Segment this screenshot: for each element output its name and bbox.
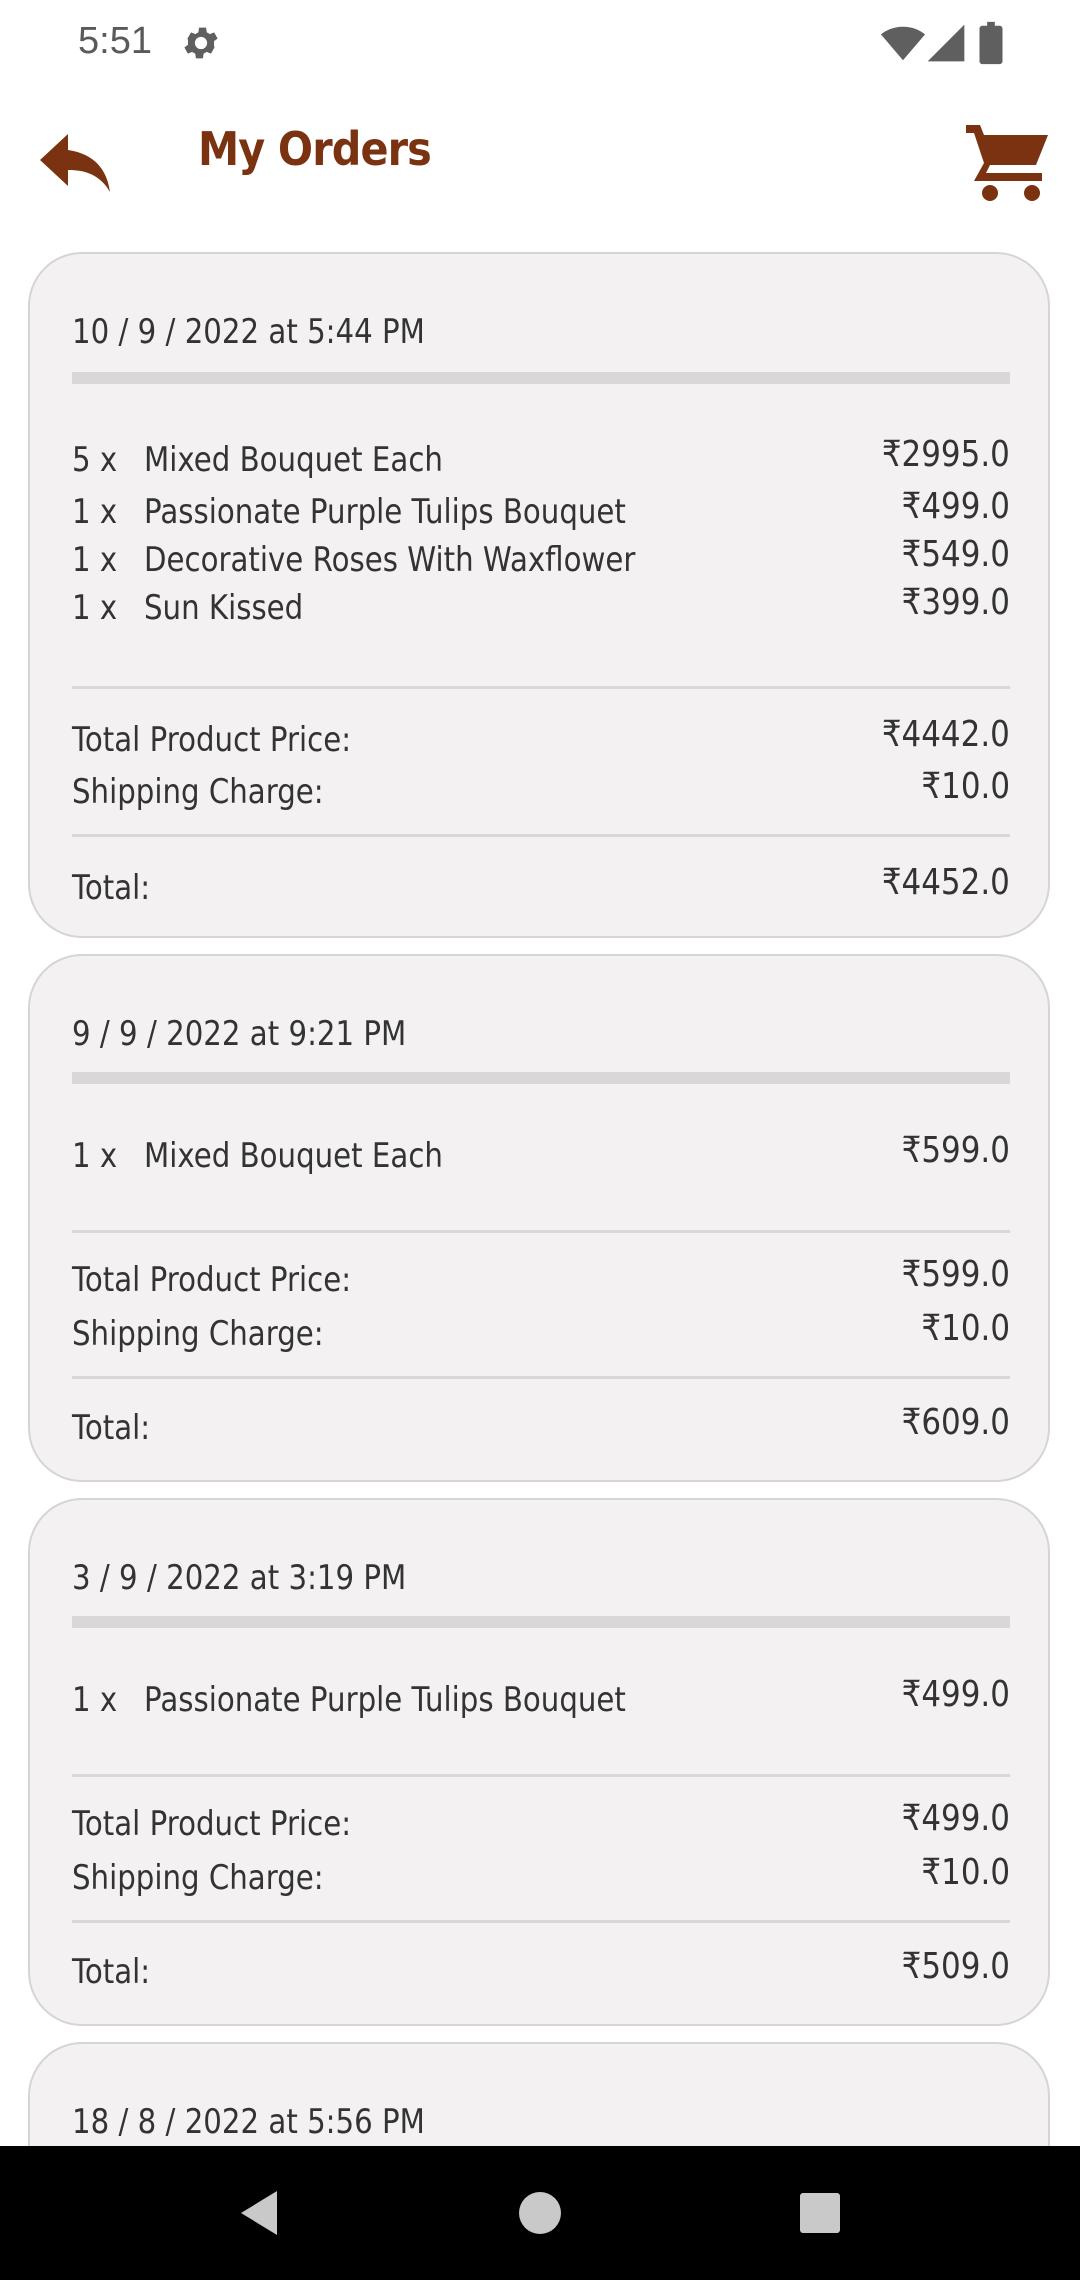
reply-arrow-icon	[40, 134, 110, 192]
order-date: 9 / 9 / 2022 at 9:21 PM	[72, 1014, 407, 1054]
total-product-price-value: ₹599.0	[901, 1254, 1010, 1295]
item-price: ₹599.0	[901, 1130, 1010, 1171]
order-date: 3 / 9 / 2022 at 3:19 PM	[72, 1558, 407, 1598]
order-item-row: 1 x Passionate Purple Tulips Bouquet ₹49…	[72, 1674, 1010, 1730]
summary-divider	[72, 1920, 1010, 1923]
status-bar: 5:51	[0, 0, 1080, 88]
total-product-price-row: Total Product Price: ₹599.0	[72, 1254, 1010, 1310]
total-product-price-value: ₹4442.0	[881, 714, 1010, 755]
order-item-row: 5 x Mixed Bouquet Each ₹2995.0	[72, 434, 1010, 490]
items-divider	[72, 686, 1010, 689]
nav-back-button[interactable]	[234, 2188, 284, 2238]
item-name: Mixed Bouquet Each	[144, 440, 443, 480]
home-circle-icon	[519, 2192, 561, 2234]
items-divider	[72, 1230, 1010, 1233]
total-product-price-label: Total Product Price:	[72, 720, 352, 760]
order-total-row: Total: ₹509.0	[72, 1946, 1010, 2002]
order-item-row: 1 x Passionate Purple Tulips Bouquet ₹49…	[72, 486, 1010, 542]
shipping-charge-row: Shipping Charge: ₹10.0	[72, 766, 1010, 822]
page-title: My Orders	[198, 122, 432, 176]
shipping-charge-value: ₹10.0	[921, 1308, 1010, 1349]
nav-home-button[interactable]	[515, 2188, 565, 2238]
summary-divider	[72, 1376, 1010, 1379]
order-total-value: ₹4452.0	[881, 862, 1010, 903]
wifi-icon	[880, 26, 926, 61]
cart-button[interactable]	[962, 118, 1052, 208]
order-total-row: Total: ₹609.0	[72, 1402, 1010, 1458]
item-quantity: 1 x	[72, 1136, 118, 1176]
header-divider	[72, 1616, 1010, 1628]
order-total-value: ₹609.0	[901, 1402, 1010, 1443]
shipping-charge-label: Shipping Charge:	[72, 1314, 324, 1354]
shipping-charge-label: Shipping Charge:	[72, 1858, 324, 1898]
back-button[interactable]	[36, 124, 116, 204]
order-total-row: Total: ₹4452.0	[72, 862, 1010, 918]
item-quantity: 1 x	[72, 492, 118, 532]
total-product-price-label: Total Product Price:	[72, 1260, 352, 1300]
shipping-charge-value: ₹10.0	[921, 1852, 1010, 1893]
item-name: Sun Kissed	[144, 588, 304, 628]
order-date: 10 / 9 / 2022 at 5:44 PM	[72, 312, 425, 352]
order-date: 18 / 8 / 2022 at 5:56 PM	[72, 2102, 425, 2142]
shipping-charge-label: Shipping Charge:	[72, 772, 324, 812]
item-price: ₹499.0	[901, 486, 1010, 527]
app-bar: My Orders	[0, 88, 1080, 238]
gear-icon	[180, 22, 222, 64]
total-product-price-row: Total Product Price: ₹499.0	[72, 1798, 1010, 1854]
shipping-charge-row: Shipping Charge: ₹10.0	[72, 1852, 1010, 1908]
system-navigation-bar	[0, 2146, 1080, 2280]
item-quantity: 1 x	[72, 588, 118, 628]
status-time: 5:51	[78, 20, 152, 62]
shipping-charge-value: ₹10.0	[921, 766, 1010, 807]
order-item-row: 1 x Decorative Roses With Waxflower ₹549…	[72, 534, 1010, 590]
battery-icon	[979, 21, 1003, 65]
shopping-cart-icon	[966, 125, 1048, 201]
item-price: ₹549.0	[901, 534, 1010, 575]
orders-list[interactable]: 10 / 9 / 2022 at 5:44 PM 5 x Mixed Bouqu…	[0, 250, 1080, 2146]
order-total-label: Total:	[72, 868, 151, 908]
my-orders-screen: 5:51 My Orders 10 / 9 / 2022 at 5:44 PM …	[0, 0, 1080, 2280]
summary-divider	[72, 834, 1010, 837]
order-card[interactable]: 9 / 9 / 2022 at 9:21 PM 1 x Mixed Bouque…	[28, 954, 1050, 1482]
item-price: ₹2995.0	[881, 434, 1010, 475]
total-product-price-value: ₹499.0	[901, 1798, 1010, 1839]
order-total-label: Total:	[72, 1408, 151, 1448]
nav-recents-button[interactable]	[795, 2188, 845, 2238]
signal-icon	[927, 24, 965, 62]
shipping-charge-row: Shipping Charge: ₹10.0	[72, 1308, 1010, 1364]
order-total-value: ₹509.0	[901, 1946, 1010, 1987]
order-card[interactable]: 10 / 9 / 2022 at 5:44 PM 5 x Mixed Bouqu…	[28, 252, 1050, 938]
back-triangle-icon	[241, 2191, 277, 2235]
order-card[interactable]: 3 / 9 / 2022 at 3:19 PM 1 x Passionate P…	[28, 1498, 1050, 2026]
total-product-price-label: Total Product Price:	[72, 1804, 352, 1844]
recents-square-icon	[800, 2193, 840, 2233]
item-name: Passionate Purple Tulips Bouquet	[144, 1680, 626, 1720]
item-name: Decorative Roses With Waxflower	[144, 540, 636, 580]
item-price: ₹399.0	[901, 582, 1010, 623]
item-price: ₹499.0	[901, 1674, 1010, 1715]
order-item-row: 1 x Mixed Bouquet Each ₹599.0	[72, 1130, 1010, 1186]
status-icons	[880, 20, 1010, 66]
order-item-row: 1 x Sun Kissed ₹399.0	[72, 582, 1010, 638]
order-total-label: Total:	[72, 1952, 151, 1992]
item-quantity: 5 x	[72, 440, 118, 480]
item-quantity: 1 x	[72, 540, 118, 580]
items-divider	[72, 1774, 1010, 1777]
total-product-price-row: Total Product Price: ₹4442.0	[72, 714, 1010, 770]
item-quantity: 1 x	[72, 1680, 118, 1720]
item-name: Mixed Bouquet Each	[144, 1136, 443, 1176]
order-card[interactable]: 18 / 8 / 2022 at 5:56 PM	[28, 2042, 1050, 2146]
item-name: Passionate Purple Tulips Bouquet	[144, 492, 626, 532]
header-divider	[72, 1072, 1010, 1084]
header-divider	[72, 372, 1010, 384]
